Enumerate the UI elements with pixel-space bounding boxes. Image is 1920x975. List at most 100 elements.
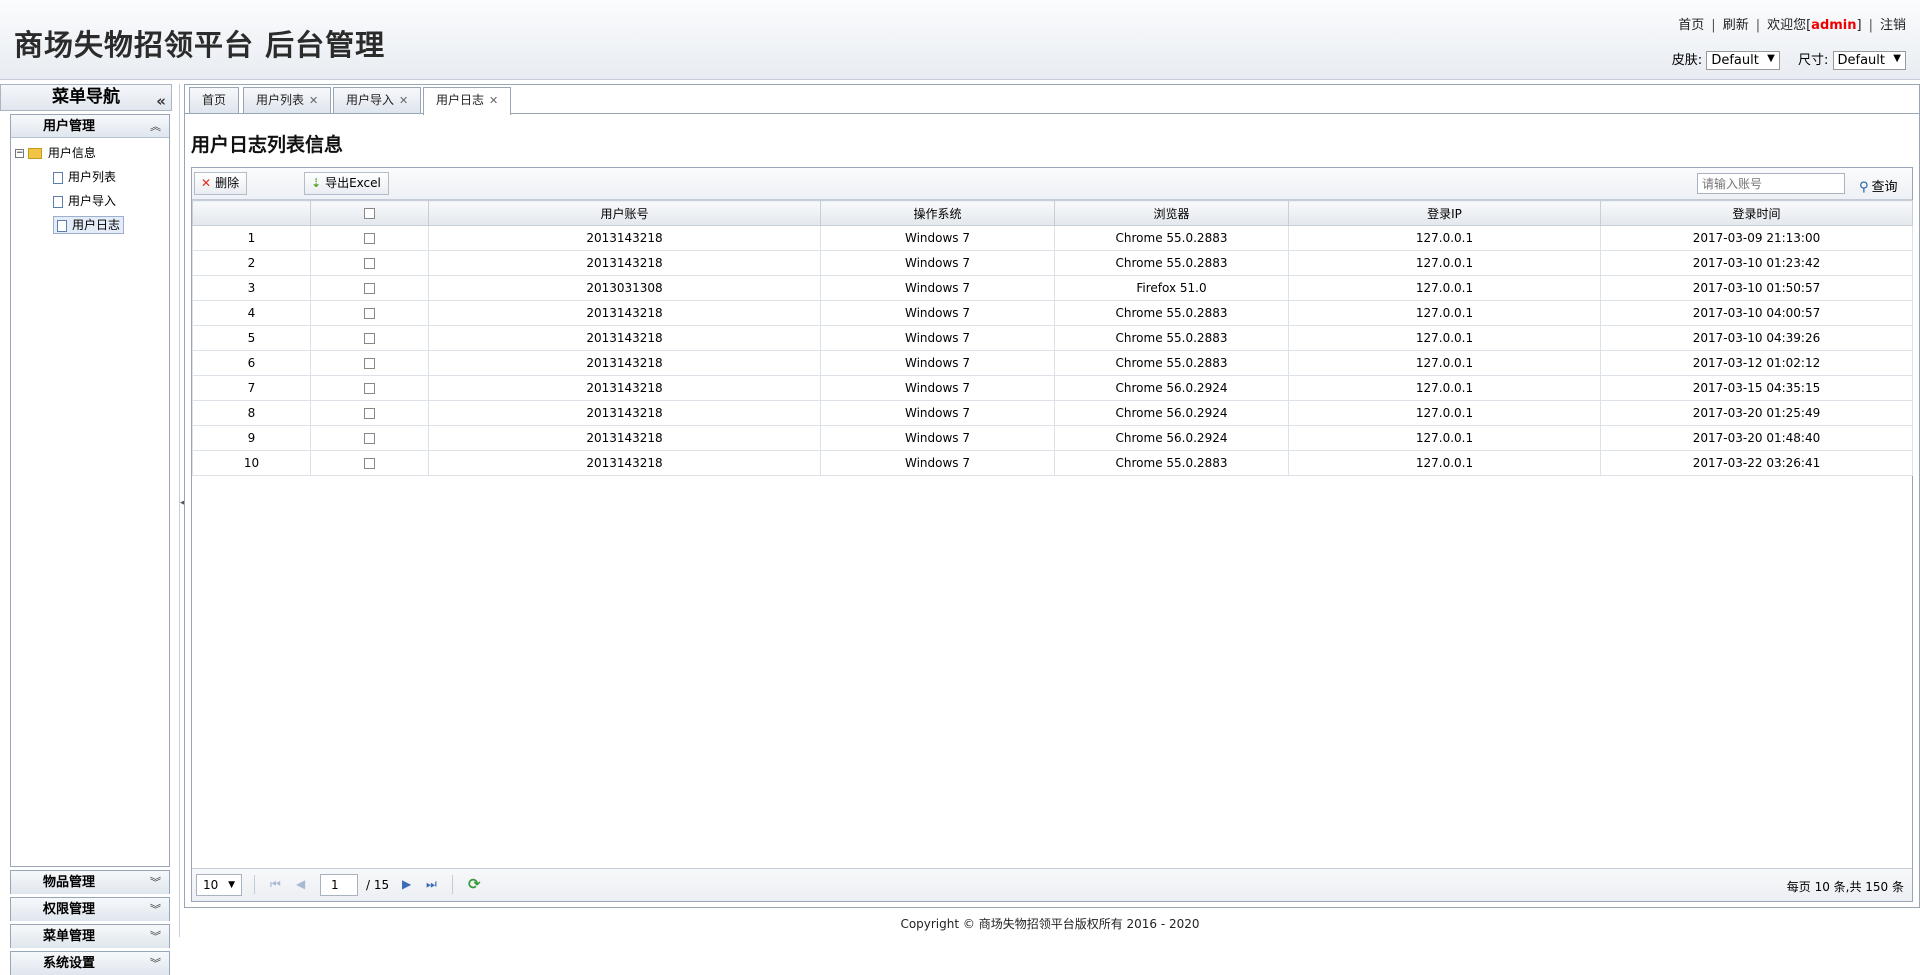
close-icon[interactable]: ✕	[489, 94, 498, 107]
table-row[interactable]: 1 2013143218 Windows 7 Chrome 55.0.2883 127.…	[192, 225, 1913, 251]
row-checkbox[interactable]	[364, 258, 375, 269]
select-all-header	[310, 200, 429, 226]
pager-divider	[254, 875, 255, 894]
tree-item-label: 用户列表	[68, 170, 117, 184]
table-row[interactable]: 2 2013143218 Windows 7 Chrome 55.0.2883 127.…	[192, 250, 1913, 276]
row-checkbox[interactable]	[364, 333, 375, 344]
row-checkbox[interactable]	[364, 433, 375, 444]
accordion-system-settings[interactable]: 系统设置 ︾	[10, 951, 170, 975]
tab-user-import[interactable]: 用户导入 ✕	[333, 87, 422, 113]
dropdown-arrow-icon: ▼	[1893, 53, 1901, 64]
login-time-cell: 2017-03-22 03:26:41	[1600, 450, 1913, 476]
theme-selectors: 皮肤: Default ▼ 尺寸: Default ▼	[1672, 49, 1906, 70]
size-select[interactable]: Default ▼	[1832, 51, 1906, 70]
account-cell: 2013143218	[428, 300, 821, 326]
os-cell: Windows 7	[820, 225, 1055, 251]
ip-cell: 127.0.0.1	[1288, 250, 1601, 276]
next-page-icon[interactable]: ▶	[402, 877, 411, 891]
refresh-icon[interactable]: ⟳	[468, 875, 481, 893]
ip-cell: 127.0.0.1	[1288, 225, 1601, 251]
download-icon: ⇣	[311, 176, 322, 190]
table-row[interactable]: 4 2013143218 Windows 7 Chrome 55.0.2883 127.…	[192, 300, 1913, 326]
column-header-browser[interactable]: 浏览器	[1054, 200, 1289, 226]
home-link[interactable]: 首页	[1678, 18, 1704, 33]
accordion-title: 物品管理	[43, 875, 96, 890]
tab-user-list[interactable]: 用户列表 ✕	[243, 87, 332, 113]
account-cell: 2013031308	[428, 275, 821, 301]
row-number-cell: 8	[192, 400, 311, 426]
first-page-icon[interactable]: ⏮	[270, 877, 281, 892]
browser-cell: Chrome 56.0.2924	[1054, 375, 1289, 401]
os-cell: Windows 7	[820, 450, 1055, 476]
chevron-down-icon[interactable]: ︾	[150, 871, 161, 894]
row-checkbox[interactable]	[364, 358, 375, 369]
tree-item-user-list[interactable]: 用户列表	[15, 165, 169, 189]
column-header-os[interactable]: 操作系统	[820, 200, 1055, 226]
collapse-icon[interactable]: «	[156, 89, 166, 114]
page-number-input[interactable]: 1	[320, 874, 358, 896]
top-links: 首页 | 刷新 | 欢迎您[admin] | 注销	[1678, 18, 1906, 33]
row-checkbox[interactable]	[364, 233, 375, 244]
row-checkbox[interactable]	[364, 283, 375, 294]
nav-title: 菜单导航	[52, 87, 120, 107]
account-cell: 2013143218	[428, 225, 821, 251]
browser-cell: Chrome 56.0.2924	[1054, 425, 1289, 451]
table-row[interactable]: 6 2013143218 Windows 7 Chrome 55.0.2883 127.…	[192, 350, 1913, 376]
search-icon: ⚲	[1859, 180, 1869, 195]
skin-label: 皮肤:	[1671, 53, 1703, 68]
row-checkbox[interactable]	[364, 383, 375, 394]
ip-cell: 127.0.0.1	[1288, 350, 1601, 376]
chevron-up-icon[interactable]: ︽	[150, 115, 161, 138]
size-label: 尺寸:	[1797, 53, 1829, 68]
select-cell	[310, 400, 429, 426]
table-row[interactable]: 10 2013143218 Windows 7 Chrome 55.0.2883 127…	[192, 450, 1913, 476]
accordion-goods-management[interactable]: 物品管理 ︾	[10, 870, 170, 894]
accordion-header-user[interactable]: 用户管理 ︽	[11, 115, 169, 138]
tree-item-user-import[interactable]: 用户导入	[15, 189, 169, 213]
delete-button[interactable]: ✕ 删除	[194, 172, 248, 195]
table-row[interactable]: 3 2013031308 Windows 7 Firefox 51.0 127.0.0.…	[192, 275, 1913, 301]
tab-label: 用户导入	[346, 93, 395, 107]
accordion-header-system[interactable]: 系统设置 ︾	[11, 952, 169, 975]
tree-item-label: 用户导入	[68, 194, 117, 208]
page-size-select[interactable]: 10 ▼	[196, 874, 242, 896]
os-cell: Windows 7	[820, 375, 1055, 401]
skin-select[interactable]: Default ▼	[1706, 51, 1780, 70]
select-cell	[310, 350, 429, 376]
log-datagrid: ✕删除 ⇣导出Excel ⚲查询 用户账号 操作系统 浏览器 登录IP 登录时间	[191, 167, 1913, 902]
file-icon	[53, 195, 63, 208]
ip-cell: 127.0.0.1	[1288, 400, 1601, 426]
logout-link[interactable]: 注销	[1880, 18, 1906, 33]
tree-item-user-log[interactable]: 用户日志	[15, 213, 169, 237]
close-icon[interactable]: ✕	[309, 94, 318, 107]
account-search-input[interactable]	[1697, 173, 1845, 194]
export-excel-button[interactable]: ⇣ 导出Excel	[304, 172, 389, 195]
account-cell: 2013143218	[428, 250, 821, 276]
tab-home[interactable]: 首页	[189, 87, 240, 113]
table-row[interactable]: 7 2013143218 Windows 7 Chrome 56.0.2924 127.…	[192, 375, 1913, 401]
chevron-down-icon[interactable]: ︾	[150, 952, 161, 975]
table-row[interactable]: 5 2013143218 Windows 7 Chrome 55.0.2883 127.…	[192, 325, 1913, 351]
table-row[interactable]: 8 2013143218 Windows 7 Chrome 56.0.2924 127.…	[192, 400, 1913, 426]
last-page-icon[interactable]: ⏭	[426, 877, 437, 892]
refresh-link[interactable]: 刷新	[1723, 18, 1749, 33]
select-all-checkbox[interactable]	[364, 208, 375, 219]
tab-user-log[interactable]: 用户日志 ✕	[423, 87, 512, 115]
tree-node-user-info[interactable]: − 用户信息	[15, 141, 169, 165]
column-header-ip[interactable]: 登录IP	[1288, 200, 1601, 226]
accordion-header-goods[interactable]: 物品管理 ︾	[11, 871, 169, 894]
search-button[interactable]: ⚲ 查询	[1859, 176, 1898, 195]
table-row[interactable]: 9 2013143218 Windows 7 Chrome 56.0.2924 127.…	[192, 425, 1913, 451]
row-checkbox[interactable]	[364, 408, 375, 419]
main-panel: 首页 用户列表 ✕ 用户导入 ✕ 用户日志 ✕ 用户日志列表信息 ✕ 删除 ⇣ 导出Exc…	[184, 84, 1920, 908]
row-checkbox[interactable]	[364, 308, 375, 319]
previous-page-icon[interactable]: ◀	[296, 877, 305, 891]
size-value: Default	[1837, 53, 1886, 68]
pagination-bar: 10 ▼ ⏮ ◀ 1 / 15 ▶ ⏭ ⟳ 每页 10 条,共 150 条	[192, 868, 1912, 901]
row-checkbox[interactable]	[364, 458, 375, 469]
column-header-account[interactable]: 用户账号	[428, 200, 821, 226]
browser-cell: Chrome 55.0.2883	[1054, 250, 1289, 276]
collapse-node-icon[interactable]: −	[15, 149, 24, 158]
column-header-login-time[interactable]: 登录时间	[1600, 200, 1913, 226]
close-icon[interactable]: ✕	[399, 94, 408, 107]
